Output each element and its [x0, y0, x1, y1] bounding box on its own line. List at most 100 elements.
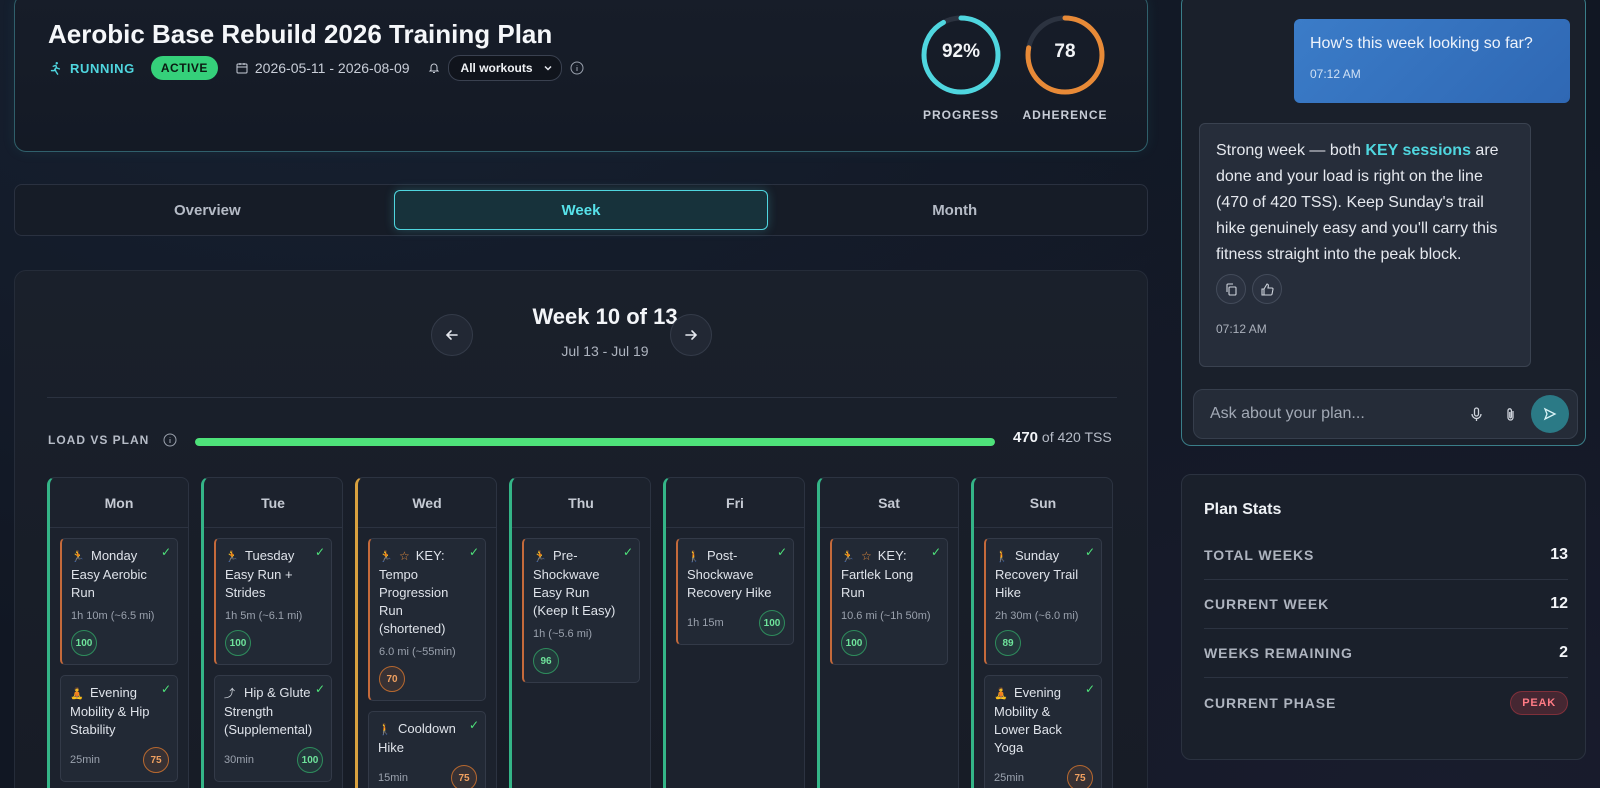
info-icon[interactable]: [163, 433, 177, 447]
compliance-score: 100: [759, 610, 785, 636]
day-column-sun: Sun ✓ 🚶 Sunday Recovery Trail Hike 2h 30m (~…: [971, 477, 1113, 788]
stat-label: WEEKS REMAINING: [1204, 645, 1353, 661]
date-range-text: 2026-05-11 - 2026-08-09: [254, 60, 410, 76]
day-header: Tue: [204, 478, 342, 528]
message-actions: [1216, 274, 1514, 304]
workout-card[interactable]: ✓ 🏃 Tuesday Easy Run + Strides 1h 5m (~6.1 …: [214, 538, 332, 665]
status-badge: ACTIVE: [150, 56, 218, 80]
workout-title: 🏃 Pre-Shockwave Easy Run (Keep It Easy): [533, 547, 631, 620]
attach-button[interactable]: [1493, 397, 1527, 431]
workout-footer: 15min 75: [378, 765, 477, 788]
workout-card[interactable]: ✓ 🚶 Sunday Recovery Trail Hike 2h 30m (~6.0…: [984, 538, 1102, 665]
day-header: Mon: [50, 478, 188, 528]
microphone-button[interactable]: [1459, 397, 1493, 431]
workout-card[interactable]: ✓ 🏃 Monday Easy Aerobic Run 1h 10m (~6.5 mi…: [60, 538, 178, 665]
stat-current-week: CURRENT WEEK 12: [1204, 580, 1568, 629]
completed-check-icon: ✓: [160, 545, 171, 559]
info-icon[interactable]: [570, 61, 584, 75]
completed-check-icon: ✓: [622, 545, 633, 559]
microphone-icon: [1470, 406, 1482, 421]
completed-check-icon: ✓: [160, 682, 171, 696]
workout-duration: 25min: [70, 754, 100, 766]
tab-week[interactable]: Week: [393, 190, 769, 230]
assistant-text-start: Strong week — both: [1216, 142, 1366, 159]
plan-header: Aerobic Base Rebuild 2026 Training Plan …: [14, 0, 1148, 152]
completed-check-icon: ✓: [314, 545, 325, 559]
user-message-text: How's this week looking so far?: [1310, 35, 1533, 52]
workout-duration: 1h 5m (~6.1 mi): [225, 610, 303, 622]
workout-title: 🏃 ☆ KEY: Fartlek Long Run: [841, 547, 939, 602]
plan-stats-panel: Plan Stats TOTAL WEEKS 13 CURRENT WEEK 1…: [1181, 474, 1586, 760]
progress-label: PROGRESS: [922, 108, 999, 122]
copy-button[interactable]: [1216, 274, 1246, 304]
arrow-right-icon: [685, 330, 698, 340]
chat-input-bar: [1193, 389, 1578, 439]
workout-card[interactable]: ✓ 🚶 Cooldown Hike 15min 75: [368, 711, 486, 788]
workout-title: ⤴ Hip & Glute Strength (Supplemental): [224, 684, 323, 739]
arrow-left-icon: [445, 330, 458, 340]
workout-duration: 6.0 mi (~55min): [379, 646, 456, 658]
workout-duration: 10.6 mi (~1h 50m): [841, 610, 931, 622]
prev-week-button[interactable]: [431, 314, 473, 356]
divider: [47, 397, 1117, 398]
plan-meta: RUNNING ACTIVE 2026-05-11 - 2026-08-09 A…: [48, 55, 584, 81]
workout-title: 🏃 Tuesday Easy Run + Strides: [225, 547, 323, 602]
workout-card[interactable]: ✓ 🚶 Post-Shockwave Recovery Hike 1h 15m 100: [676, 538, 794, 645]
workout-filter-select[interactable]: All workouts: [447, 55, 562, 81]
key-star-icon: ☆: [861, 549, 872, 563]
completed-check-icon: ✓: [468, 545, 479, 559]
workout-duration: 1h (~5.6 mi): [533, 628, 592, 640]
mobility-icon: 🧘: [994, 688, 1008, 700]
day-column-fri: Fri ✓ 🚶 Post-Shockwave Recovery Hike 1h 15m 1…: [663, 477, 805, 788]
workout-footer: 25min 75: [994, 765, 1093, 788]
workout-footer: 30min 100: [224, 747, 323, 773]
sport-tag: RUNNING: [48, 61, 135, 76]
stat-label: CURRENT PHASE: [1204, 694, 1337, 711]
workout-filter-value: All workouts: [460, 61, 533, 75]
workout-card[interactable]: ✓ 🏃 ☆ KEY: Fartlek Long Run 10.6 mi (~1h 50m…: [830, 538, 948, 665]
chat-panel: How's this week looking so far? 07:12 AM…: [1181, 0, 1586, 446]
workout-card[interactable]: ✓ 🧘 Evening Mobility & Hip Stability 25min 7…: [60, 675, 178, 782]
workout-card[interactable]: ✓ 🧘 Evening Mobility & Lower Back Yoga 25mi…: [984, 675, 1102, 788]
send-button[interactable]: [1531, 395, 1569, 433]
compliance-score: 70: [379, 666, 405, 692]
key-star-icon: ☆: [399, 549, 410, 563]
stat-value: 2: [1559, 644, 1568, 661]
next-week-button[interactable]: [670, 314, 712, 356]
stat-label: TOTAL WEEKS: [1204, 547, 1315, 563]
thumbs-up-button[interactable]: [1252, 274, 1282, 304]
workout-card[interactable]: ✓ ⤴ Hip & Glute Strength (Supplemental) 30m…: [214, 675, 332, 782]
workout-duration: 2h 30m (~6.0 mi): [995, 610, 1079, 622]
compliance-score: 100: [297, 747, 323, 773]
load-label: LOAD VS PLAN: [48, 433, 177, 447]
adherence-label: ADHERENCE: [1022, 108, 1108, 122]
day-header: Thu: [512, 478, 650, 528]
compliance-score: 96: [533, 648, 559, 674]
send-icon: [1543, 407, 1557, 421]
assistant-text-end: are done and your load is right on the l…: [1216, 142, 1499, 263]
workout-title: 🧘 Evening Mobility & Lower Back Yoga: [994, 684, 1093, 757]
view-tabs: Overview Week Month: [14, 184, 1148, 236]
progress-value: 92%: [941, 41, 981, 62]
completed-check-icon: ✓: [776, 545, 787, 559]
day-header: Sun: [974, 478, 1112, 528]
load-value: 470 of 420 TSS: [1013, 429, 1112, 446]
running-icon: 🏃: [841, 551, 855, 563]
week-panel: Week 10 of 13 Jul 13 - Jul 19 LOAD VS PL…: [14, 270, 1148, 788]
running-icon: [50, 61, 61, 75]
compliance-score: 89: [995, 630, 1021, 656]
stat-weeks-remaining: WEEKS REMAINING 2: [1204, 629, 1568, 678]
stat-total-weeks: TOTAL WEEKS 13: [1204, 531, 1568, 580]
hiking-icon: 🚶: [687, 551, 701, 563]
tab-overview[interactable]: Overview: [21, 190, 394, 230]
day-column-sat: Sat ✓ 🏃 ☆ KEY: Fartlek Long Run 10.6 mi (~1h …: [817, 477, 959, 788]
completed-check-icon: ✓: [1084, 545, 1095, 559]
day-header: Wed: [358, 478, 496, 528]
workout-card[interactable]: ✓ 🏃 ☆ KEY: Tempo Progression Run (shortened…: [368, 538, 486, 701]
week-days: Mon ✓ 🏃 Monday Easy Aerobic Run 1h 10m (~6.5…: [47, 477, 1113, 788]
tab-month[interactable]: Month: [768, 190, 1141, 230]
date-range: 2026-05-11 - 2026-08-09: [236, 60, 410, 76]
chat-input[interactable]: [1210, 405, 1459, 423]
chevron-down-icon: [544, 65, 552, 71]
workout-card[interactable]: ✓ 🏃 Pre-Shockwave Easy Run (Keep It Easy) 1…: [522, 538, 640, 683]
